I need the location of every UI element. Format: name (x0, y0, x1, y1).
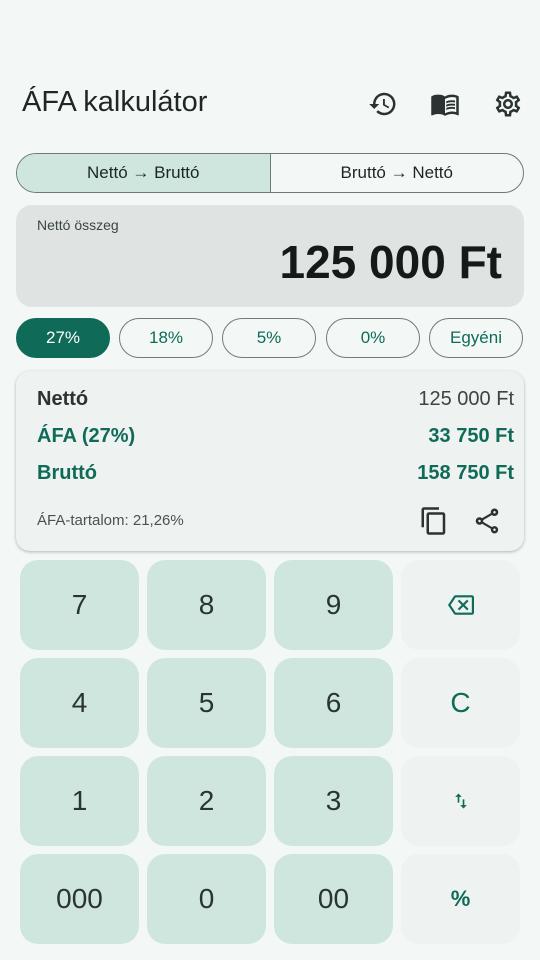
backspace-key[interactable] (401, 560, 520, 650)
vat-rate-selector: 27% 18% 5% 0% Egyéni (16, 318, 524, 360)
clear-key[interactable]: C (401, 658, 520, 748)
gear-icon (495, 91, 521, 117)
copy-icon (421, 507, 446, 535)
gross-value: 158 750 Ft (417, 462, 514, 484)
history-icon (369, 92, 396, 116)
key-4[interactable]: 4 (20, 658, 139, 748)
rate-chip-0[interactable]: 0% (326, 318, 420, 358)
net-label: Nettó (37, 388, 89, 410)
mode-gross-to-net[interactable]: Bruttó → Nettó (269, 154, 524, 192)
percent-key[interactable]: % (401, 854, 520, 944)
rate-chip-18[interactable]: 18% (119, 318, 213, 358)
copy-button[interactable] (414, 501, 454, 541)
gross-label: Bruttó (37, 462, 97, 484)
result-card: Nettó 125 000 Ft ÁFA (27%) 33 750 Ft Bru… (16, 371, 524, 551)
key-8[interactable]: 8 (147, 560, 266, 650)
key-1[interactable]: 1 (20, 756, 139, 846)
amount-label: Nettó összeg (37, 217, 119, 233)
swap-key[interactable] (401, 756, 520, 846)
settings-button[interactable] (486, 82, 530, 126)
share-icon (475, 508, 499, 534)
mode-toggle: Nettó → Bruttó Bruttó → Nettó (16, 153, 524, 193)
page-title: ÁFA kalkulátor (22, 86, 208, 118)
vat-label: ÁFA (27%) (37, 425, 136, 447)
key-5[interactable]: 5 (147, 658, 266, 748)
rate-chip-27[interactable]: 27% (16, 318, 110, 358)
key-0[interactable]: 0 (147, 854, 266, 944)
share-button[interactable] (467, 501, 507, 541)
rate-chip-5[interactable]: 5% (222, 318, 316, 358)
key-00[interactable]: 00 (274, 854, 393, 944)
vat-content-text: ÁFA-tartalom: 21,26% (37, 512, 184, 529)
key-2[interactable]: 2 (147, 756, 266, 846)
history-button[interactable] (361, 82, 405, 126)
amount-display[interactable]: Nettó összeg 125 000 Ft (16, 205, 524, 307)
key-3[interactable]: 3 (274, 756, 393, 846)
swap-vertical-icon (454, 793, 467, 809)
rate-chip-custom[interactable]: Egyéni (429, 318, 523, 358)
amount-value: 125 000 Ft (279, 236, 502, 288)
key-6[interactable]: 6 (274, 658, 393, 748)
backspace-icon (447, 595, 474, 615)
mode-net-to-gross[interactable]: Nettó → Bruttó (17, 154, 270, 192)
result-row-gross: Bruttó 158 750 Ft (37, 462, 514, 490)
guide-button[interactable] (423, 82, 467, 126)
key-000[interactable]: 000 (20, 854, 139, 944)
book-icon (431, 94, 459, 116)
key-7[interactable]: 7 (20, 560, 139, 650)
net-value: 125 000 Ft (418, 388, 514, 410)
result-row-net: Nettó 125 000 Ft (37, 388, 514, 416)
vat-value: 33 750 Ft (428, 425, 514, 447)
key-9[interactable]: 9 (274, 560, 393, 650)
app-header: ÁFA kalkulátor (0, 76, 540, 134)
result-row-vat: ÁFA (27%) 33 750 Ft (37, 425, 514, 453)
